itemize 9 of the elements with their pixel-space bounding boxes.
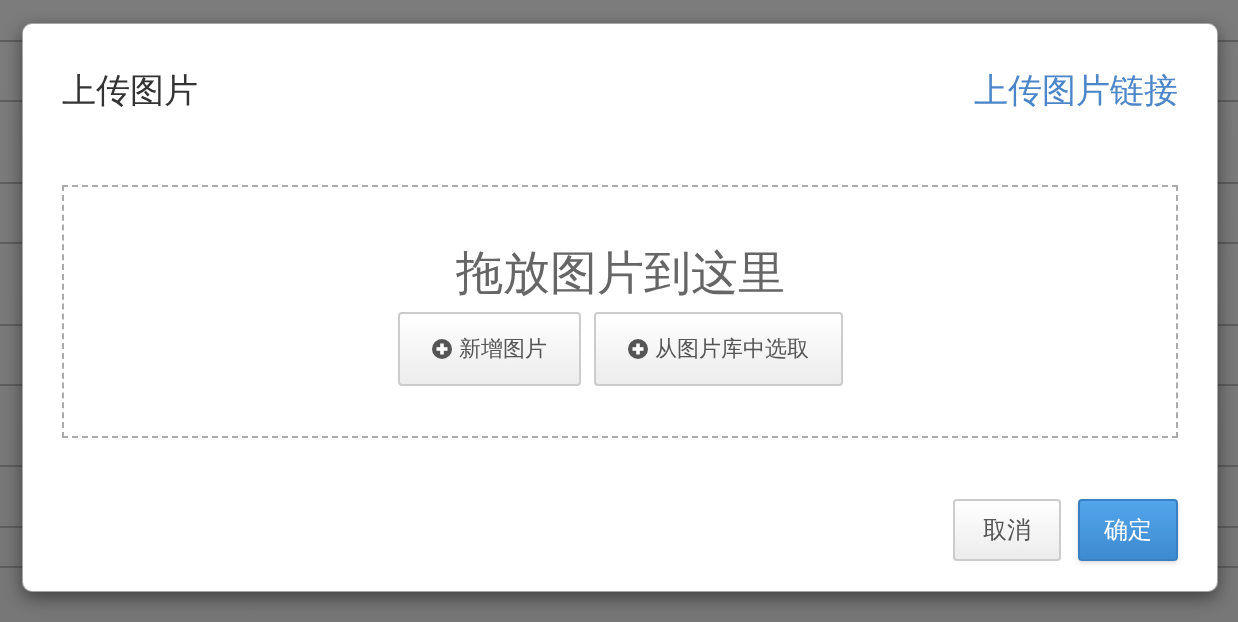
add-image-button[interactable]: 新增图片 (397, 312, 581, 386)
drop-prompt: 拖放图片到这里 (455, 245, 785, 301)
drop-zone[interactable]: 拖放图片到这里 新增图片 从图片库中选取 (62, 185, 1178, 438)
plus-circle-icon (627, 339, 648, 359)
dialog-title: 上传图片 (62, 69, 198, 112)
upload-link[interactable]: 上传图片链接 (974, 67, 1178, 113)
plus-circle-icon (431, 339, 452, 359)
cancel-button[interactable]: 取消 (953, 499, 1061, 561)
add-image-button[interactable]: 从图片库中选取 (593, 312, 843, 386)
